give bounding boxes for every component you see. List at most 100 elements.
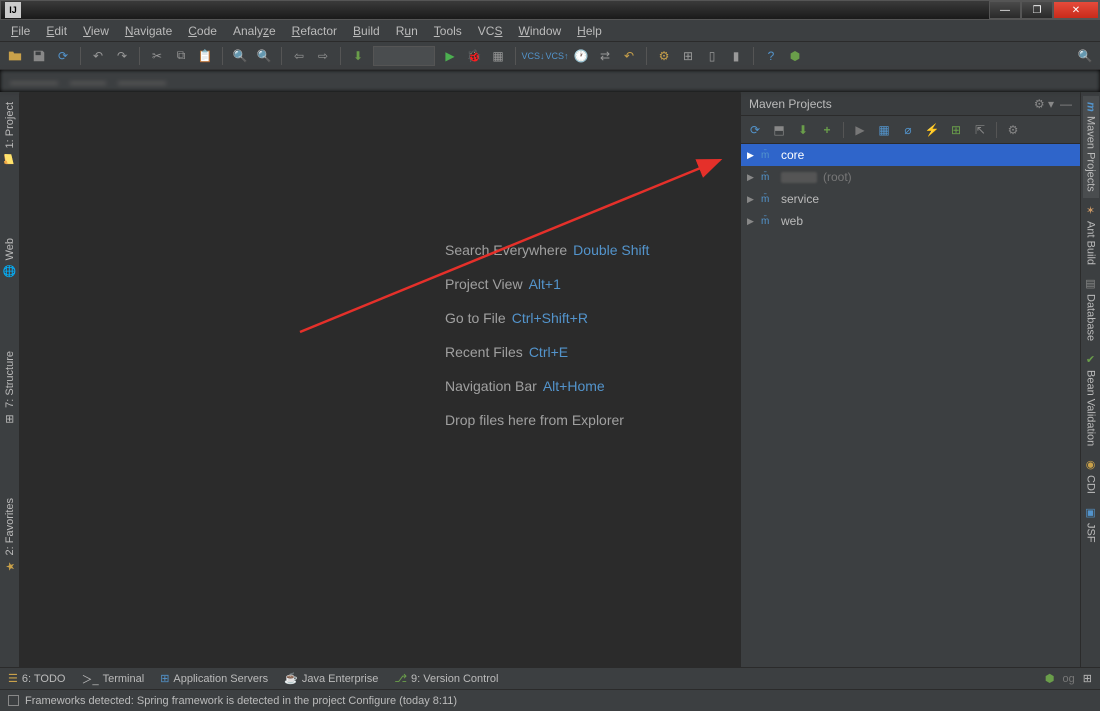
hint-search-everywhere: Search EverywhereDouble Shift [445,242,649,258]
bottom-tool-tabs: ☰6: TODO ＞_Terminal ⊞Application Servers… [0,667,1100,689]
panel-settings-icon[interactable]: ⚙ ▾ [1034,97,1054,111]
paste-icon[interactable]: 📋 [196,47,214,65]
hint-recent-files: Recent FilesCtrl+E [445,344,649,360]
menu-view[interactable]: View [76,22,116,40]
sidebar-tab-favorites[interactable]: ★2: Favorites [1,492,19,579]
main-toolbar: ⟳ ↶ ↷ ✂ ⧉ 📋 🔍 🔍 ⇦ ⇨ ⬇ ▶ 🐞 ▦ VCS↓ VCS↑ 🕐 … [0,42,1100,70]
run-icon[interactable]: ▶ [441,47,459,65]
replace-icon[interactable]: 🔍 [255,47,273,65]
editor-area: Search EverywhereDouble Shift Project Vi… [20,92,740,667]
cut-icon[interactable]: ✂ [148,47,166,65]
right-tab-beanvalidation[interactable]: ✔Bean Validation [1082,347,1099,452]
maven-project-core[interactable]: ▶m̄core [741,144,1080,166]
right-tab-ant[interactable]: ✶Ant Build [1082,198,1099,271]
undo-icon[interactable]: ↶ [89,47,107,65]
execute-goal-icon[interactable]: ▦ [876,122,892,138]
status-toggle-icon[interactable] [8,695,19,706]
maven-toolbar: ⟳ ⬒ ⬇ + ▶ ▦ ⌀ ⚡ ⊞ ⇱ ⚙ [741,116,1080,144]
vcs-commit-icon[interactable]: VCS↑ [548,47,566,65]
maven-project-root[interactable]: ▶m̄(root) [741,166,1080,188]
settings-icon[interactable]: ⚙ [655,47,673,65]
copy-icon[interactable]: ⧉ [172,47,190,65]
hint-go-to-file: Go to FileCtrl+Shift+R [445,310,649,326]
run-maven-icon[interactable]: ▶ [852,122,868,138]
open-icon[interactable] [6,47,24,65]
redo-icon[interactable]: ↷ [113,47,131,65]
panel-hide-icon[interactable]: — [1060,97,1072,111]
help-icon[interactable]: ? [762,47,780,65]
window-titlebar: IJ — ❐ ✕ [0,0,1100,20]
sidebar-tab-web[interactable]: 🌐Web [1,232,19,284]
sidebar-tab-structure[interactable]: ⊞7: Structure [1,345,19,432]
menu-build[interactable]: Build [346,22,387,40]
skip-tests-icon[interactable]: ⚡ [924,122,940,138]
vcs-revert-icon[interactable]: ↶ [620,47,638,65]
download-icon[interactable]: ⬇ [795,122,811,138]
breadcrumb-bar: ▬▬▬▬▬▬▬▬▬▬▬ [0,70,1100,92]
back-icon[interactable]: ⇦ [290,47,308,65]
maximize-button[interactable]: ❐ [1021,1,1053,19]
maven-tree: ▶m̄core ▶m̄(root) ▶m̄service ▶m̄web [741,144,1080,667]
menu-help[interactable]: Help [570,22,609,40]
bottom-tab-todo[interactable]: ☰6: TODO [8,672,65,685]
vcs-update-icon[interactable]: VCS↓ [524,47,542,65]
minimize-button[interactable]: — [989,1,1021,19]
save-icon[interactable] [30,47,48,65]
bottom-tab-vcs[interactable]: ⎇9: Version Control [394,672,498,685]
menu-file[interactable]: File [4,22,37,40]
status-message: Frameworks detected: Spring framework is… [25,695,457,707]
generate-sources-icon[interactable]: ⬒ [771,122,787,138]
menu-tools[interactable]: Tools [427,22,469,40]
hint-navigation-bar: Navigation BarAlt+Home [445,378,649,394]
menu-analyze[interactable]: Analyze [226,22,283,40]
right-tab-jsf[interactable]: ▣JSF [1082,500,1099,549]
reimport-icon[interactable]: ⟳ [747,122,763,138]
toggle-offline-icon[interactable]: ⌀ [900,122,916,138]
project-structure-icon[interactable]: ⊞ [679,47,697,65]
android-icon[interactable]: ▮ [727,47,745,65]
maven-project-service[interactable]: ▶m̄service [741,188,1080,210]
jrebel-status-icon[interactable]: ⬢ [1045,672,1055,685]
app-icon: IJ [5,2,21,18]
menu-edit[interactable]: Edit [39,22,74,40]
right-tab-cdi[interactable]: ◉CDI [1082,452,1099,500]
coverage-icon[interactable]: ▦ [489,47,507,65]
hint-drop-files: Drop files here from Explorer [445,412,649,428]
close-button[interactable]: ✕ [1053,1,1099,19]
collapse-all-icon[interactable]: ⇱ [972,122,988,138]
maven-panel-title: Maven Projects [749,97,832,111]
add-maven-icon[interactable]: + [819,122,835,138]
left-tool-tabs: 📁1: Project 🌐Web ⊞7: Structure ★2: Favor… [0,92,20,667]
menu-window[interactable]: Window [511,22,568,40]
vcs-diff-icon[interactable]: ⇄ [596,47,614,65]
forward-icon[interactable]: ⇨ [314,47,332,65]
debug-icon[interactable]: 🐞 [465,47,483,65]
search-icon[interactable]: 🔍 [1076,47,1094,65]
build-icon[interactable]: ⬇ [349,47,367,65]
menu-code[interactable]: Code [181,22,224,40]
right-tab-database[interactable]: ▤Database [1082,271,1099,347]
show-dependencies-icon[interactable]: ⊞ [948,122,964,138]
jrebel-icon[interactable]: ⬢ [786,47,804,65]
menu-bar: File Edit View Navigate Code Analyze Ref… [0,20,1100,42]
menu-vcs[interactable]: VCS [471,22,510,40]
menu-navigate[interactable]: Navigate [118,22,179,40]
run-config-dropdown[interactable] [373,46,435,66]
find-icon[interactable]: 🔍 [231,47,249,65]
maven-project-web[interactable]: ▶m̄web [741,210,1080,232]
welcome-hints: Search EverywhereDouble Shift Project Vi… [445,242,649,428]
bottom-tab-javaee[interactable]: ☕Java Enterprise [284,672,378,685]
refresh-icon[interactable]: ⟳ [54,47,72,65]
maven-settings-icon[interactable]: ⚙ [1005,122,1021,138]
maven-panel: Maven Projects ⚙ ▾ — ⟳ ⬒ ⬇ + ▶ ▦ ⌀ ⚡ ⊞ ⇱… [740,92,1080,667]
sdk-icon[interactable]: ▯ [703,47,721,65]
bottom-tab-appservers[interactable]: ⊞Application Servers [160,672,268,685]
right-tab-maven[interactable]: mMaven Projects [1083,96,1099,198]
vcs-history-icon[interactable]: 🕐 [572,47,590,65]
bottom-tab-terminal[interactable]: ＞_Terminal [81,671,144,687]
menu-refactor[interactable]: Refactor [285,22,344,40]
status-bar: Frameworks detected: Spring framework is… [0,689,1100,711]
sidebar-tab-project[interactable]: 📁1: Project [1,96,19,172]
windows-icon[interactable]: ⊞ [1083,672,1092,685]
menu-run[interactable]: Run [389,22,425,40]
